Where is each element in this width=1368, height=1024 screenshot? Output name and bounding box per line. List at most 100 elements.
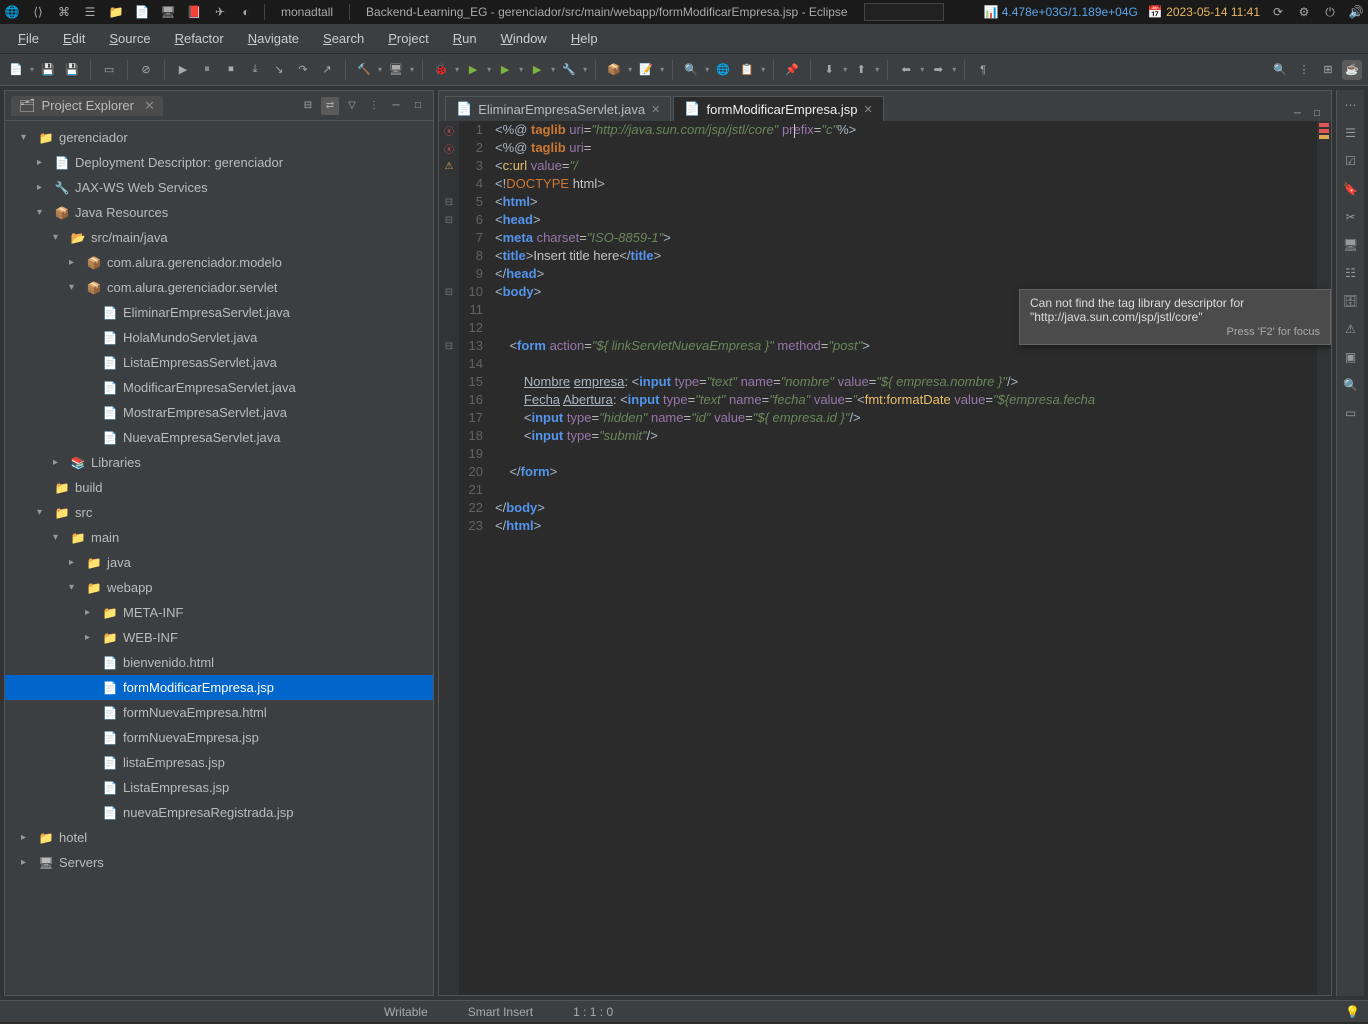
- snippets-icon[interactable]: ✂: [1342, 208, 1360, 226]
- chevron-icon[interactable]: ▾: [53, 532, 69, 543]
- tree-item[interactable]: 📄formNuevaEmpresa.jsp: [5, 725, 433, 750]
- volume-icon[interactable]: 🔊: [1348, 4, 1364, 20]
- maximize-editor-button[interactable]: □: [1309, 105, 1325, 121]
- close-icon[interactable]: ✕: [651, 103, 660, 116]
- java-ee-perspective-button[interactable]: ☕: [1342, 60, 1362, 80]
- step-into-button[interactable]: ↘: [269, 60, 289, 80]
- forward-button[interactable]: ➡: [928, 60, 948, 80]
- menu-search[interactable]: Search: [313, 27, 374, 50]
- tree-item[interactable]: 📄formModificarEmpresa.jsp: [5, 675, 433, 700]
- close-icon[interactable]: ✕: [864, 103, 873, 116]
- run-button[interactable]: ▶: [463, 60, 483, 80]
- tree-item[interactable]: 📄HolaMundoServlet.java: [5, 325, 433, 350]
- chevron-icon[interactable]: ▸: [21, 832, 37, 843]
- eclipse-icon[interactable]: ◐: [238, 4, 254, 20]
- bookmarks-icon[interactable]: 🔖: [1342, 180, 1360, 198]
- minimize-view-button[interactable]: ─: [387, 97, 405, 115]
- code-editor[interactable]: ⓧⓧ⚠⊟⊟⊟⊟ 12345678910111213141516171819202…: [439, 121, 1331, 995]
- servers-icon[interactable]: 🖥: [1342, 236, 1360, 254]
- tree-item[interactable]: ▾📁webapp: [5, 575, 433, 600]
- chevron-icon[interactable]: ▸: [85, 632, 101, 643]
- tree-item[interactable]: 📄ListaEmpresas.jsp: [5, 775, 433, 800]
- new-package-button[interactable]: 📦: [604, 60, 624, 80]
- task-list-icon[interactable]: ☑: [1342, 152, 1360, 170]
- tree-item[interactable]: ▸📦com.alura.gerenciador.modelo: [5, 250, 433, 275]
- folder-icon[interactable]: 📁: [108, 4, 124, 20]
- menu-file[interactable]: File: [8, 27, 49, 50]
- open-task-button[interactable]: 📋: [737, 60, 757, 80]
- tip-icon[interactable]: 💡: [1345, 1005, 1360, 1019]
- chevron-icon[interactable]: ▸: [69, 557, 85, 568]
- filter-button[interactable]: ▽: [343, 97, 361, 115]
- open-type-button[interactable]: 🔍: [681, 60, 701, 80]
- save-button[interactable]: 💾: [38, 60, 58, 80]
- terminal-icon[interactable]: ⌘: [56, 4, 72, 20]
- telegram-icon[interactable]: ✈: [212, 4, 228, 20]
- chevron-icon[interactable]: ▸: [37, 182, 53, 193]
- menu-edit[interactable]: Edit: [53, 27, 95, 50]
- data-source-icon[interactable]: 🗄: [1342, 292, 1360, 310]
- step-over-button[interactable]: ↷: [293, 60, 313, 80]
- menu-refactor[interactable]: Refactor: [165, 27, 234, 50]
- search-results-icon[interactable]: 🔍: [1342, 376, 1360, 394]
- debug-button[interactable]: 🐞: [431, 60, 451, 80]
- tree-item[interactable]: ▸📄Deployment Descriptor: gerenciador: [5, 150, 433, 175]
- tree-item[interactable]: 📄nuevaEmpresaRegistrada.jsp: [5, 800, 433, 825]
- chevron-icon[interactable]: ▸: [21, 857, 37, 868]
- tree-item[interactable]: 📄EliminarEmpresaServlet.java: [5, 300, 433, 325]
- menu-navigate[interactable]: Navigate: [238, 27, 309, 50]
- tree-item[interactable]: 📄NuevaEmpresaServlet.java: [5, 425, 433, 450]
- tree-item[interactable]: ▾📁src: [5, 500, 433, 525]
- chevron-icon[interactable]: ▾: [53, 232, 69, 243]
- document-icon[interactable]: 📄: [134, 4, 150, 20]
- tree-item[interactable]: ▸📁WEB-INF: [5, 625, 433, 650]
- tree-item[interactable]: 📄ListaEmpresasServlet.java: [5, 350, 433, 375]
- link-editor-button[interactable]: ⇄: [321, 97, 339, 115]
- menu-run[interactable]: Run: [443, 27, 487, 50]
- project-tree[interactable]: ▾📁gerenciador▸📄Deployment Descriptor: ge…: [5, 121, 433, 995]
- chevron-icon[interactable]: ▾: [69, 282, 85, 293]
- coverage-button[interactable]: ▶: [495, 60, 515, 80]
- chevron-icon[interactable]: ▸: [37, 157, 53, 168]
- view-menu-button[interactable]: ⋮: [365, 97, 383, 115]
- tree-item[interactable]: 📄MostrarEmpresaServlet.java: [5, 400, 433, 425]
- settings-icon[interactable]: ⚙: [1296, 4, 1312, 20]
- chevron-icon[interactable]: ▾: [37, 507, 53, 518]
- external-tools-button[interactable]: 🔧: [559, 60, 579, 80]
- chevron-icon[interactable]: ▸: [69, 257, 85, 268]
- chevron-icon[interactable]: ▸: [53, 457, 69, 468]
- collapse-all-button[interactable]: ⊟: [299, 97, 317, 115]
- search-toolbar-button[interactable]: 🔍: [1270, 60, 1290, 80]
- terminate-button[interactable]: ⏹: [221, 60, 241, 80]
- tree-item[interactable]: 📄bienvenido.html: [5, 650, 433, 675]
- step-return-button[interactable]: ↗: [317, 60, 337, 80]
- new-server-button[interactable]: 🖥: [386, 60, 406, 80]
- menu-source[interactable]: Source: [99, 27, 160, 50]
- terminal-icon[interactable]: ▭: [1342, 404, 1360, 422]
- tree-item[interactable]: ▾📁gerenciador: [5, 125, 433, 150]
- menu-help[interactable]: Help: [561, 27, 608, 50]
- tree-item[interactable]: ▾📁main: [5, 525, 433, 550]
- skip-breakpoints-button[interactable]: ⊘: [136, 60, 156, 80]
- chevron-icon[interactable]: ▾: [21, 132, 37, 143]
- tree-item[interactable]: ▾📦Java Resources: [5, 200, 433, 225]
- console-icon[interactable]: ▣: [1342, 348, 1360, 366]
- outline-icon[interactable]: ☰: [1342, 124, 1360, 142]
- split-icon[interactable]: ☰: [82, 4, 98, 20]
- perspective-button[interactable]: ⊞: [1318, 60, 1338, 80]
- toggle-toolbar-button[interactable]: ⋮: [1294, 60, 1314, 80]
- project-explorer-tab[interactable]: 🗂 Project Explorer ✕: [11, 96, 163, 116]
- logout-icon[interactable]: ⏻: [1322, 4, 1338, 20]
- toggle-breadcrumb-button[interactable]: ▭: [99, 60, 119, 80]
- tree-item[interactable]: ▸📚Libraries: [5, 450, 433, 475]
- tree-item[interactable]: ▸📁hotel: [5, 825, 433, 850]
- tree-item[interactable]: ▸🖥Servers: [5, 850, 433, 875]
- run-last-button[interactable]: ▶: [527, 60, 547, 80]
- resume-button[interactable]: ▶: [173, 60, 193, 80]
- maximize-view-button[interactable]: □: [409, 97, 427, 115]
- menu-project[interactable]: Project: [378, 27, 438, 50]
- open-browser-button[interactable]: 🌐: [713, 60, 733, 80]
- minimize-icon[interactable]: ⋯: [1342, 96, 1360, 114]
- tree-item[interactable]: 📄ModificarEmpresaServlet.java: [5, 375, 433, 400]
- code-content[interactable]: <%@ taglib uri="http://java.sun.com/jsp/…: [489, 121, 1317, 995]
